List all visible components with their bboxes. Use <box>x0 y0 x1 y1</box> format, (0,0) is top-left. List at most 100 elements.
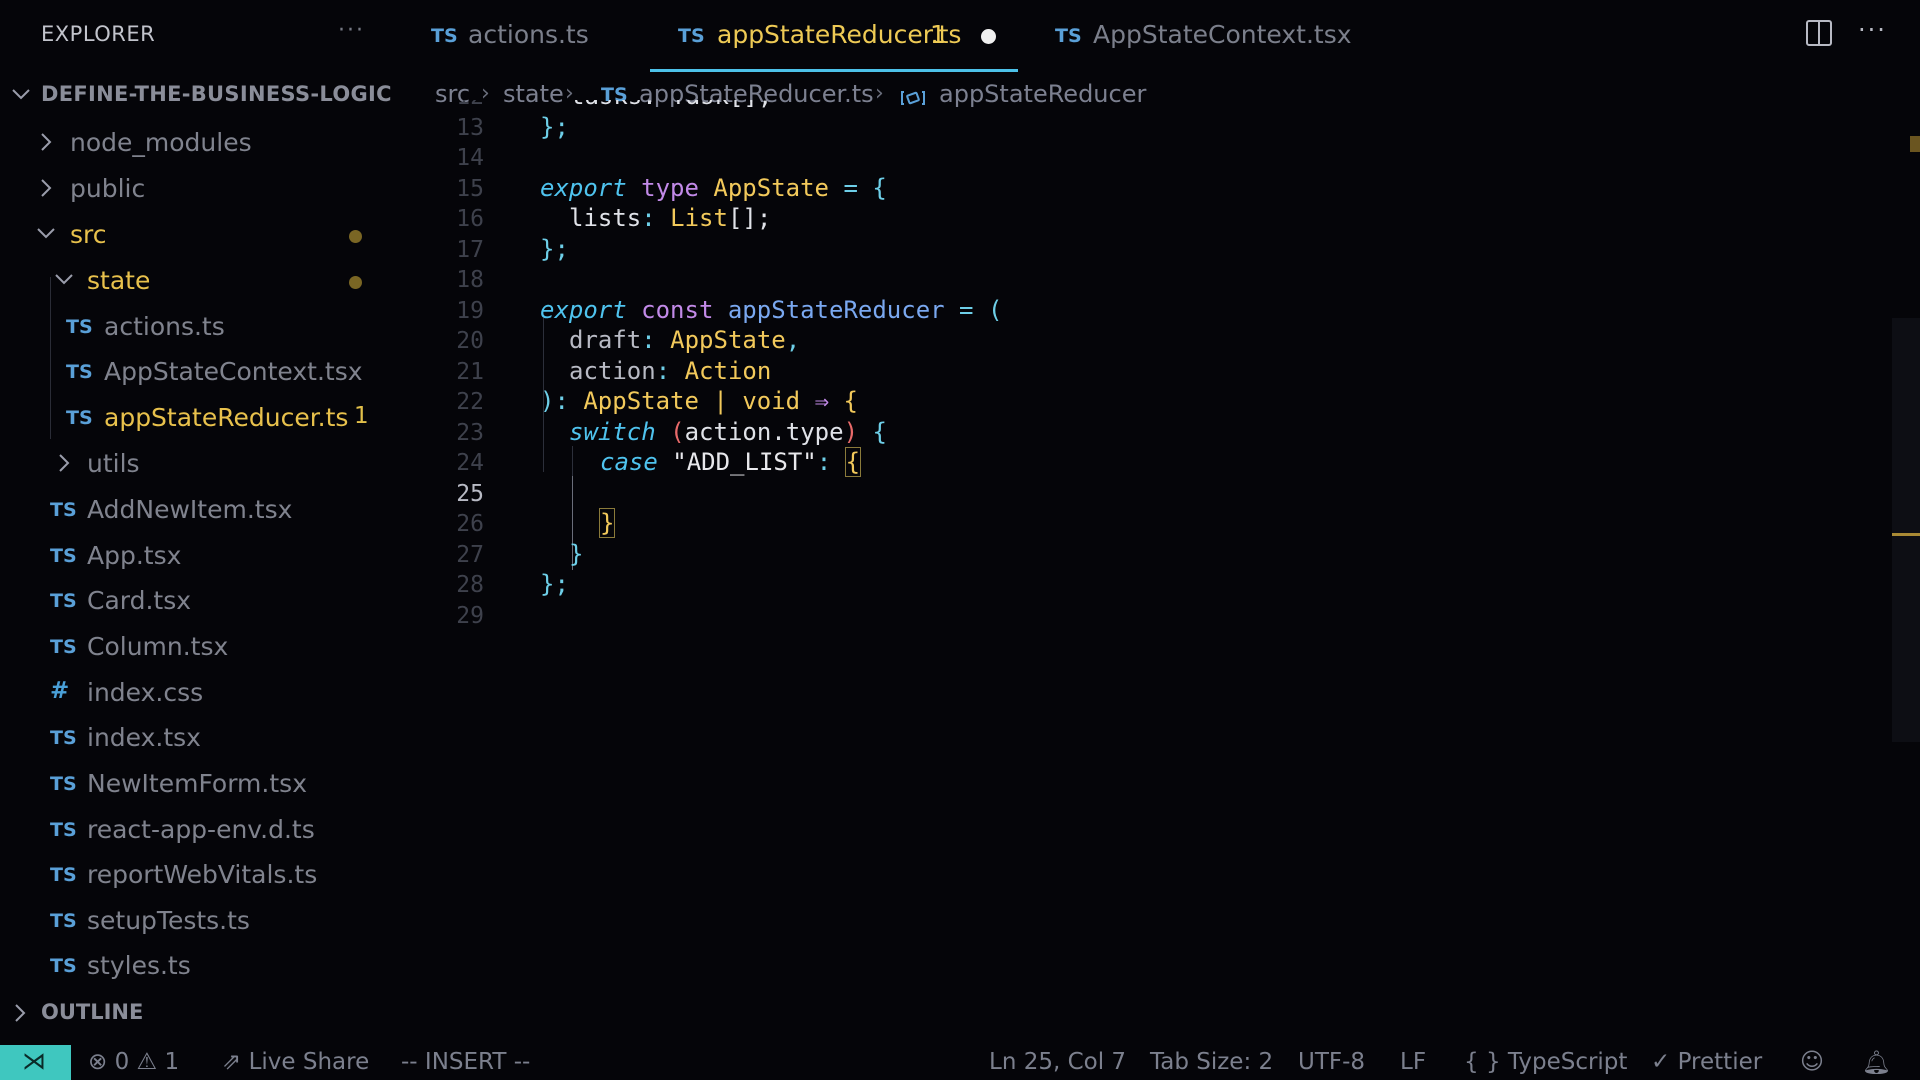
root-folder-label: DEFINE-THE-BUSINESS-LOGIC <box>41 82 392 106</box>
explorer-sidebar: EXPLORER ··· DEFINE-THE-BUSINESS-LOGIC n… <box>0 0 394 1045</box>
tree-item-label: Card.tsx <box>87 586 192 615</box>
typescript-file-icon: TS <box>1055 25 1082 47</box>
tree-item-reportwebvitals-ts[interactable]: TS reportWebVitals.ts <box>0 854 394 894</box>
tree-item-styles-ts[interactable]: TS styles.ts <box>0 945 394 985</box>
code-token: Action <box>684 357 772 385</box>
code-token: } <box>569 540 584 568</box>
code-token: List <box>670 204 728 232</box>
split-editor-icon[interactable] <box>1804 18 1834 48</box>
tree-item-addnewitem-tsx[interactable]: TS AddNewItem.tsx <box>0 489 394 529</box>
line-number: 26 <box>456 511 484 537</box>
language-label: TypeScript <box>1507 1049 1628 1075</box>
tab-label: appStateReducer.ts <box>717 20 962 49</box>
remote-indicator[interactable]: ⋊ <box>0 1045 71 1080</box>
tree-item-label: src <box>70 220 107 249</box>
tree-item-label: node_modules <box>70 128 252 157</box>
typescript-file-icon: TS <box>50 773 77 795</box>
tab-appstatereducer-ts[interactable]: TS appStateReducer.ts 1 <box>650 0 1018 72</box>
typescript-file-icon: TS <box>66 407 93 429</box>
tree-item-column-tsx[interactable]: TS Column.tsx <box>0 626 394 666</box>
warning-icon: ⚠ <box>136 1049 158 1075</box>
unsaved-dot-icon[interactable] <box>981 29 996 44</box>
code-token: }; <box>540 235 569 263</box>
code-token: type <box>641 174 699 202</box>
tree-item-label: styles.ts <box>87 951 191 980</box>
tree-item-state[interactable]: state <box>0 260 394 300</box>
tree-item-card-tsx[interactable]: TS Card.tsx <box>0 580 394 620</box>
tab-actions-ts[interactable]: TS actions.ts <box>394 0 634 72</box>
feedback-icon[interactable]: ☺ <box>1800 1049 1824 1075</box>
tree-item-actions-ts[interactable]: TS actions.ts <box>0 306 394 346</box>
tree-item-label: NewItemForm.tsx <box>87 769 307 798</box>
tab-appstatecontext-tsx[interactable]: TS AppStateContext.tsx <box>1034 0 1364 72</box>
outline-section[interactable]: OUTLINE <box>0 996 394 1030</box>
tree-item-public[interactable]: public <box>0 168 394 208</box>
notifications-bell-icon[interactable]: 🔔︎ <box>1862 1049 1891 1076</box>
code-token: AppState <box>670 326 786 354</box>
tree-item-label: App.tsx <box>87 541 182 570</box>
minimap-marker <box>1910 136 1920 152</box>
problems-indicator[interactable]: ⊗ 0 ⚠ 1 <box>88 1049 179 1075</box>
tree-item-label: actions.ts <box>104 312 225 341</box>
tree-item-index-tsx[interactable]: TS index.tsx <box>0 717 394 757</box>
check-icon: ✓ <box>1651 1049 1671 1075</box>
code-token: case <box>600 448 658 476</box>
line-number: 28 <box>456 572 484 598</box>
code-token: void <box>742 387 801 415</box>
vim-mode: -- INSERT -- <box>401 1049 531 1075</box>
line-number: 16 <box>456 206 484 232</box>
encoding[interactable]: UTF-8 <box>1298 1049 1365 1075</box>
live-share-label: Live Share <box>248 1049 370 1075</box>
line-number: 15 <box>456 176 484 202</box>
tree-item-app-tsx[interactable]: TS App.tsx <box>0 535 394 575</box>
code-token: const <box>641 296 714 324</box>
modified-dot <box>349 230 362 243</box>
tree-item-appstatecontext-tsx[interactable]: TS AppStateContext.tsx <box>0 351 394 391</box>
editor-more-actions-icon[interactable]: ··· <box>1858 16 1887 44</box>
line-number: 29 <box>456 603 484 629</box>
line-number: 24 <box>456 450 484 476</box>
line-number: 27 <box>456 542 484 568</box>
line-number: 22 <box>456 389 484 415</box>
code-token: export <box>540 174 627 202</box>
tree-item-label: state <box>87 266 151 295</box>
tab-label: AppStateContext.tsx <box>1093 20 1352 49</box>
code-editor[interactable]: 12 tasks: Task[]; 13 }; 14 15 export typ… <box>394 100 1894 800</box>
tree-item-react-app-env[interactable]: TS react-app-env.d.ts <box>0 809 394 849</box>
tree-item-newitemform-tsx[interactable]: TS NewItemForm.tsx <box>0 763 394 803</box>
code-token: appStateReducer <box>727 296 945 324</box>
typescript-file-icon: TS <box>66 316 93 338</box>
chevron-down-icon <box>37 228 55 239</box>
tree-item-label: Column.tsx <box>87 632 229 661</box>
code-token: tasks: Task[]; <box>570 100 772 110</box>
explorer-root-folder[interactable]: DEFINE-THE-BUSINESS-LOGIC <box>0 80 394 112</box>
tree-item-setuptests-ts[interactable]: TS setupTests.ts <box>0 900 394 940</box>
line-number: 23 <box>456 420 484 446</box>
tree-item-appstatereducer-ts[interactable]: TS appStateReducer.ts 1 <box>0 397 394 437</box>
more-actions-icon[interactable]: ··· <box>338 18 365 43</box>
cursor-position[interactable]: Ln 25, Col 7 <box>989 1049 1126 1075</box>
code-token: = ( <box>944 296 1003 324</box>
live-share-button[interactable]: ⇗ Live Share <box>222 1049 369 1075</box>
tab-size[interactable]: Tab Size: 2 <box>1150 1049 1273 1075</box>
line-number: 13 <box>456 115 484 141</box>
code-token: AppState <box>713 174 829 202</box>
typescript-file-icon: TS <box>50 910 77 932</box>
code-token: }; <box>540 113 569 141</box>
tree-item-node-modules[interactable]: node_modules <box>0 122 394 162</box>
editor-scrollbar[interactable] <box>1892 318 1920 742</box>
line-number: 17 <box>456 237 484 263</box>
error-count: 0 <box>114 1049 130 1075</box>
tree-item-utils[interactable]: utils <box>0 443 394 483</box>
end-of-line[interactable]: LF <box>1400 1049 1426 1075</box>
tree-item-label: react-app-env.d.ts <box>87 815 315 844</box>
braces-icon: { } <box>1464 1049 1501 1075</box>
error-icon: ⊗ <box>88 1049 108 1075</box>
tree-item-src[interactable]: src <box>0 214 394 254</box>
typescript-file-icon: TS <box>678 25 705 47</box>
code-token: []; <box>727 204 772 232</box>
tree-item-index-css[interactable]: # index.css <box>0 672 394 712</box>
prettier-button[interactable]: ✓ Prettier <box>1651 1049 1762 1075</box>
language-mode[interactable]: { } TypeScript <box>1464 1049 1627 1075</box>
typescript-file-icon: TS <box>50 636 77 658</box>
